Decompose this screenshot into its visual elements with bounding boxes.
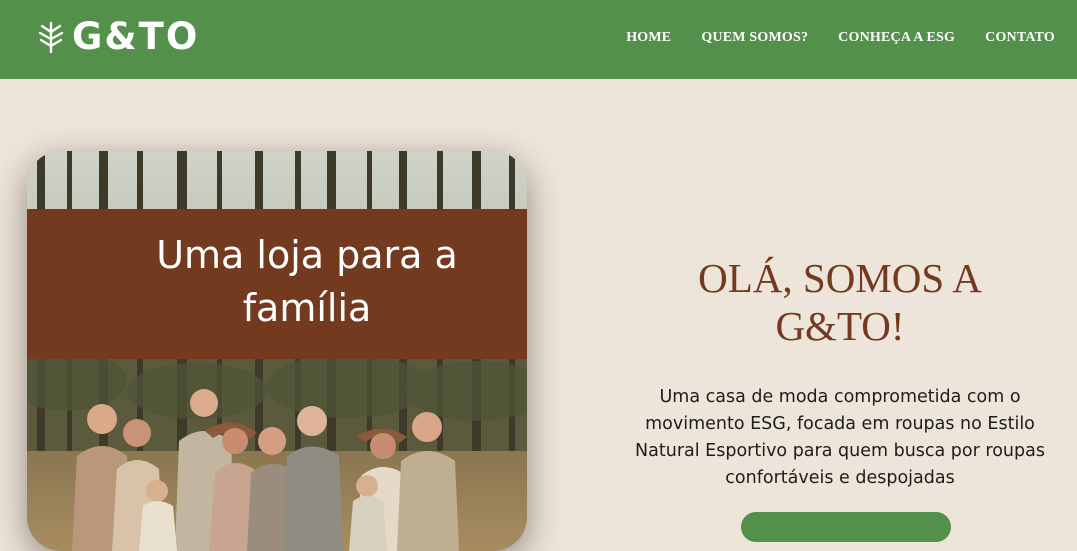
leaf-branch-icon — [38, 21, 64, 54]
hero-title: OLÁ, SOMOS A G&TO! — [698, 255, 982, 349]
logo-text: G&TO — [72, 15, 200, 58]
nav-home[interactable]: HOME — [626, 29, 671, 47]
family-photo-card: Uma loja para a família — [27, 151, 527, 551]
main-nav: HOME QUEM SOMOS? CONHEÇA A ESG CONTATO — [626, 29, 1055, 47]
nav-quem-somos[interactable]: QUEM SOMOS? — [701, 29, 808, 47]
nav-contato[interactable]: CONTATO — [985, 29, 1055, 47]
family-banner: Uma loja para a família — [27, 209, 527, 359]
banner-title: Uma loja para a família — [156, 233, 458, 330]
nav-conheca-esg[interactable]: CONHEÇA A ESG — [838, 29, 955, 47]
hero-description: Uma casa de moda comprometida com o movi… — [635, 387, 1045, 488]
cta-button[interactable] — [741, 512, 951, 542]
top-navbar: G&TO HOME QUEM SOMOS? CONHEÇA A ESG CONT… — [0, 0, 1077, 79]
logo[interactable]: G&TO — [36, 14, 199, 60]
